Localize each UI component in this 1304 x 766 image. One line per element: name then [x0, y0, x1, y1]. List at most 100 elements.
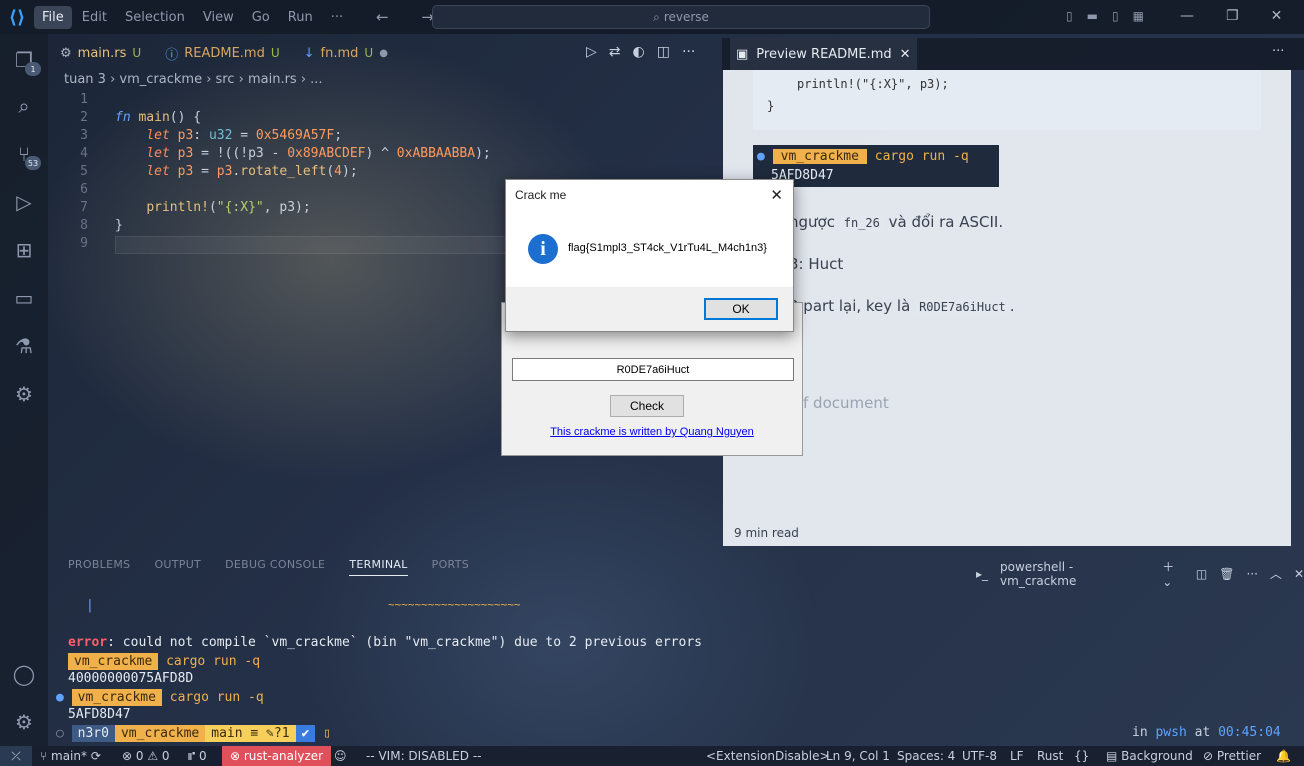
- notifications-bell-icon[interactable]: 🔔: [1276, 749, 1291, 763]
- editor-actions: ▷ ⇄ ◐ ◫ ···: [586, 44, 695, 60]
- tab-main-rs[interactable]: ⚙ main.rs U: [48, 38, 153, 68]
- line-number: 6: [80, 182, 88, 197]
- prettier-status[interactable]: ⊘ Prettier: [1203, 749, 1261, 763]
- tab-debug-console[interactable]: DEBUG CONSOLE: [225, 558, 325, 576]
- terminal-icon: ▸_: [976, 566, 989, 581]
- prompt-line: ○ n3r0 vm_crackme main ≡ ✎?1 ✔ ▯: [56, 725, 332, 742]
- problems-indicator[interactable]: ⊗ 0 ⚠ 0: [122, 749, 170, 763]
- error-message: : could not compile `vm_crackme` (bin "v…: [107, 635, 702, 650]
- line-number: 9: [80, 236, 88, 251]
- prompt-chip: vm_crackme: [71, 689, 162, 706]
- encoding[interactable]: UTF-8: [962, 749, 997, 763]
- menu-bar: File Edit Selection View Go Run ···: [34, 5, 351, 29]
- tab-readme-md[interactable]: ⓘ README.md U: [153, 38, 291, 68]
- close-icon[interactable]: ✕: [770, 186, 783, 204]
- docker-icon[interactable]: ⚙: [0, 374, 48, 414]
- vscode-logo-icon: ⟨⟩: [8, 6, 26, 28]
- terminal-controls: ▸_ powershell - vm_crackme ＋⌄ ◫ 🗑 ··· ︿ …: [976, 558, 1304, 590]
- remote-explorer-icon[interactable]: ▭: [0, 278, 48, 318]
- command-search[interactable]: ⌕ reverse: [432, 5, 930, 29]
- tab-terminal[interactable]: TERMINAL: [349, 558, 408, 576]
- menu-go[interactable]: Go: [244, 6, 278, 29]
- cursor-position[interactable]: Ln 9, Col 1: [826, 749, 890, 763]
- more-actions-icon[interactable]: ···: [1272, 44, 1284, 59]
- testing-icon[interactable]: ⚗: [0, 326, 48, 366]
- eol[interactable]: LF: [1010, 749, 1024, 763]
- extension-status[interactable]: <ExtensionDisable>: [706, 749, 830, 763]
- json-icon[interactable]: {}: [1074, 749, 1089, 763]
- split-terminal-icon[interactable]: ◫: [1196, 567, 1207, 581]
- breadcrumb[interactable]: tuan 3 › vm_crackme › src › main.rs › ..…: [64, 72, 323, 92]
- theme-icon[interactable]: ◐: [633, 44, 645, 60]
- preview-code-line: println!("{:X}", p3);: [797, 77, 949, 91]
- toggle-secondary-sidebar-icon[interactable]: ▯: [1112, 9, 1119, 23]
- command: cargo run -q: [166, 654, 261, 669]
- language-mode[interactable]: Rust: [1037, 749, 1063, 763]
- run-debug-icon[interactable]: ▷: [0, 182, 48, 222]
- branch-indicator[interactable]: ⑂ main* ⟳: [40, 749, 101, 763]
- menu-selection[interactable]: Selection: [117, 6, 193, 29]
- line-number: 3: [80, 128, 88, 143]
- preview-tab-bar: ▣ Preview README.md ✕ ···: [722, 38, 1304, 70]
- toggle-sidebar-icon[interactable]: ▯: [1066, 9, 1073, 23]
- search-view-icon[interactable]: ⌕: [0, 86, 48, 126]
- close-window-button[interactable]: ✕: [1271, 8, 1283, 24]
- extensions-icon[interactable]: ⊞: [0, 230, 48, 270]
- kill-terminal-icon[interactable]: 🗑: [1219, 567, 1234, 581]
- key-input[interactable]: R0DE7a6iHuct: [512, 358, 794, 381]
- tab-status: U: [270, 46, 280, 60]
- tab-fn-md[interactable]: ↓ fn.md U ●: [292, 38, 400, 68]
- message-box-title: Crack me: [506, 180, 793, 210]
- ok-button[interactable]: OK: [704, 298, 778, 320]
- tab-output[interactable]: OUTPUT: [154, 558, 201, 576]
- close-tab-icon[interactable]: ✕: [900, 47, 911, 62]
- new-terminal-icon[interactable]: ＋⌄: [1162, 558, 1184, 589]
- menu-edit[interactable]: Edit: [74, 6, 115, 29]
- more-actions-icon[interactable]: ···: [682, 44, 695, 60]
- menu-file[interactable]: File: [34, 5, 72, 29]
- source-control-icon[interactable]: ⑂: [0, 134, 48, 174]
- tab-label: fn.md: [320, 45, 359, 61]
- minimize-button[interactable]: —: [1180, 8, 1194, 24]
- more-icon[interactable]: ···: [1246, 567, 1257, 581]
- customize-layout-icon[interactable]: ▦: [1133, 9, 1144, 23]
- branch-name: main*: [51, 749, 87, 763]
- settings-gear-icon[interactable]: ⚙: [0, 702, 48, 742]
- tab-problems[interactable]: PROBLEMS: [68, 558, 130, 576]
- tab-ports[interactable]: PORTS: [432, 558, 469, 576]
- remote-icon[interactable]: ⤫: [0, 746, 32, 766]
- close-panel-icon[interactable]: ✕: [1294, 567, 1304, 581]
- shell: pwsh: [1155, 725, 1187, 740]
- prompt-status-icon: ✔: [295, 725, 316, 742]
- indentation[interactable]: Spaces: 4: [897, 749, 955, 763]
- activity-bar: ❐ 1 ⌕ ⑂ 53 ▷ ⊞ ▭ ⚗ ⚙ ◯ ⚙: [0, 34, 48, 746]
- split-editor-icon[interactable]: ◫: [657, 44, 670, 60]
- credit-link[interactable]: This crackme is written by Quang Nguyen: [502, 426, 802, 438]
- explorer-icon[interactable]: ❐: [0, 40, 48, 80]
- check-button[interactable]: Check: [610, 395, 684, 417]
- terminal-name[interactable]: powershell - vm_crackme: [1000, 560, 1150, 588]
- ports-indicator[interactable]: ⑈ 0: [188, 749, 207, 763]
- unsaved-dot-icon: ●: [379, 47, 388, 59]
- compare-icon[interactable]: ⇄: [609, 44, 621, 60]
- background-status[interactable]: ▤ Background: [1106, 749, 1193, 763]
- toggle-panel-icon[interactable]: ▬: [1087, 9, 1098, 23]
- cursor-marker: |: [86, 598, 94, 613]
- code-line: let p3 = p3.rotate_left(4);: [146, 164, 358, 179]
- flag-message: flag{S1mpl3_ST4ck_V1rTu4L_M4ch1n3}: [568, 242, 767, 254]
- info-icon: ⓘ: [165, 47, 179, 63]
- menu-run[interactable]: Run: [280, 6, 321, 29]
- account-icon[interactable]: ◯: [0, 654, 48, 694]
- maximize-button[interactable]: ❐: [1226, 8, 1239, 24]
- tab-preview-readme[interactable]: ▣ Preview README.md ✕: [730, 38, 917, 70]
- maximize-panel-icon[interactable]: ︿: [1270, 565, 1282, 582]
- run-file-icon[interactable]: ▷: [586, 44, 597, 60]
- end-of-document: f document: [803, 394, 889, 412]
- menu-view[interactable]: View: [195, 6, 242, 29]
- rust-icon: ⚙: [60, 45, 72, 61]
- menu-more[interactable]: ···: [323, 6, 351, 29]
- analyzer-label: rust-analyzer: [243, 749, 324, 763]
- search-icon: ⌕: [653, 9, 660, 24]
- rust-analyzer-status[interactable]: ⊗ rust-analyzer: [222, 746, 332, 766]
- feedback-icon[interactable]: ☺: [334, 749, 347, 763]
